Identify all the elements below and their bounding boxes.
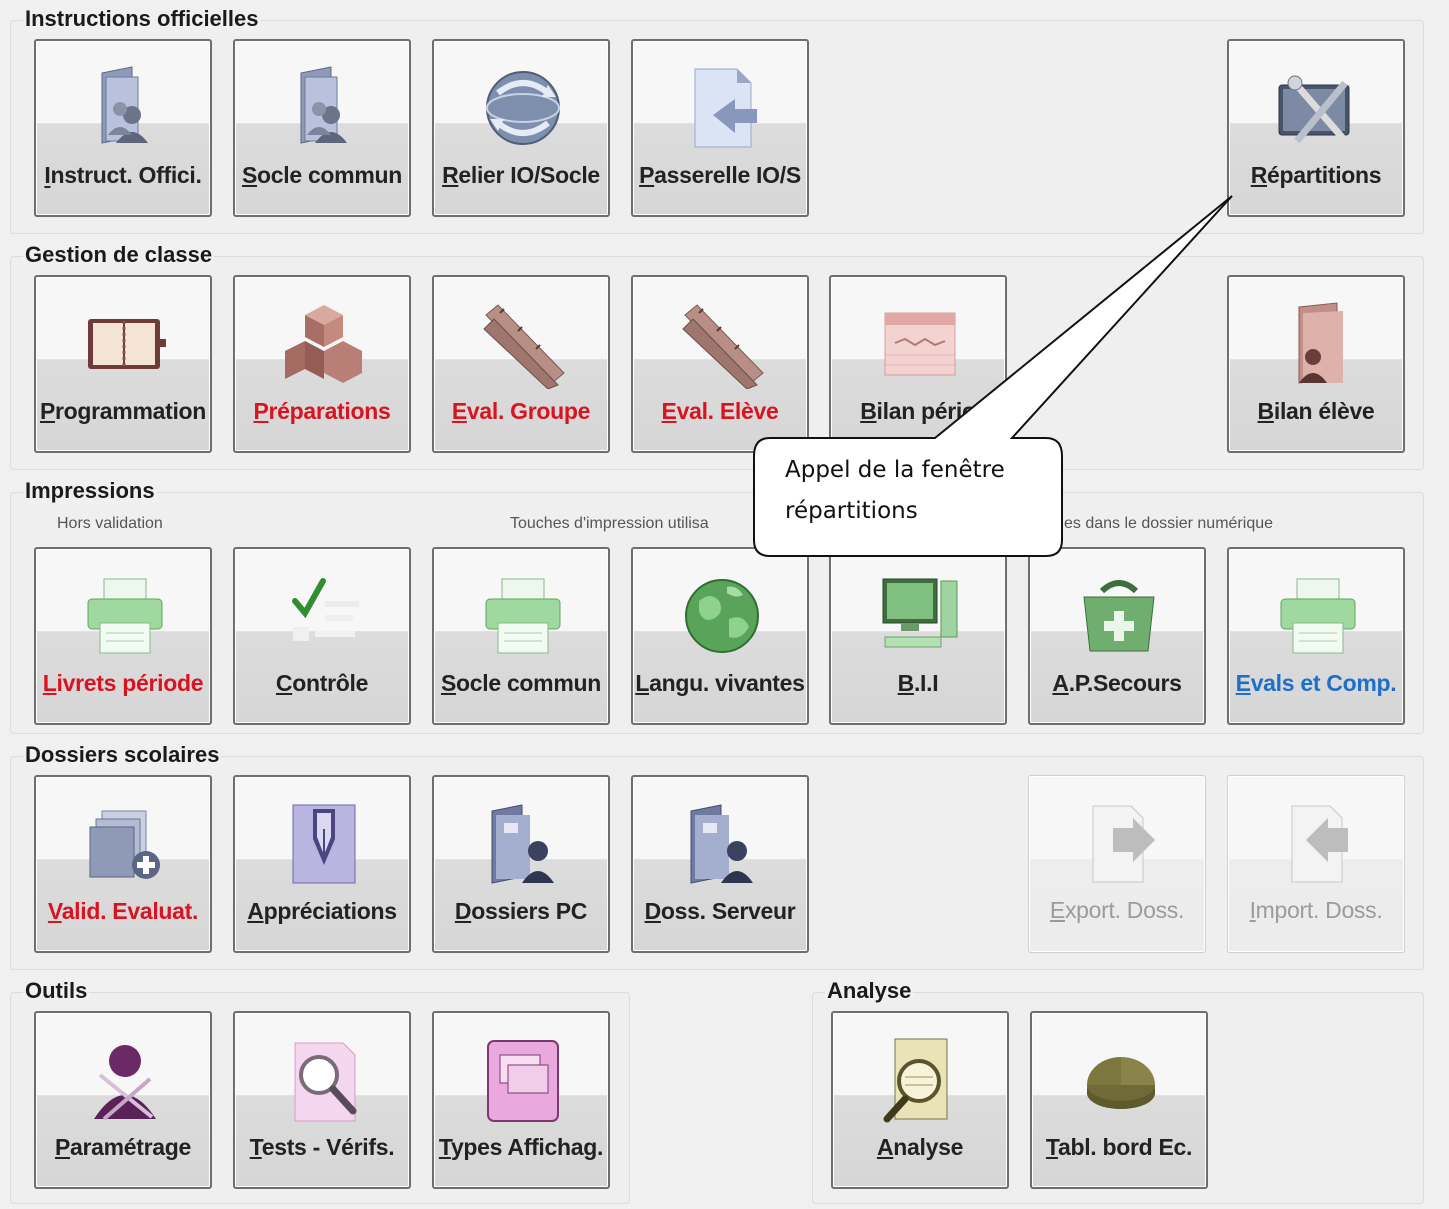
socle-commun-print-button[interactable]: Socle commun: [432, 547, 610, 725]
folder-users-icon: [101, 66, 148, 144]
socle-commun-button[interactable]: Socle commun: [233, 39, 411, 217]
dossiers-pc-label: Dossiers PC: [454, 898, 588, 924]
callout-line-1: Appel de la fenêtre: [785, 457, 1005, 483]
relier-io-socle-label: Relier IO/Socle: [442, 162, 600, 188]
first-aid-bag-icon: [1083, 580, 1155, 652]
printer-icon: [1280, 578, 1356, 654]
globe-icon: [685, 579, 759, 653]
langu-vivantes-button[interactable]: Langu. vivantes: [631, 547, 809, 725]
group-title-gestion: Gestion de classe: [23, 242, 215, 268]
bilan-eleve-button[interactable]: Bilan élève: [1227, 275, 1405, 453]
user-settings-icon: [94, 1045, 156, 1121]
programmation-button[interactable]: Programmation: [34, 275, 212, 453]
appreciations-button[interactable]: Appréciations: [233, 775, 411, 953]
valid-evaluat-label: Valid. Evaluat.: [47, 898, 199, 924]
folder-user-icon: [491, 804, 554, 884]
ap-secours-button[interactable]: A.P.Secours: [1028, 547, 1206, 725]
evals-et-comp-button[interactable]: Evals et Comp.: [1227, 547, 1405, 725]
calendar-icon: [884, 312, 956, 376]
globe-sync-icon: [486, 71, 560, 145]
repartitions-button[interactable]: Répartitions: [1227, 39, 1405, 217]
passerelle-io-s-button[interactable]: Passerelle IO/S: [631, 39, 809, 217]
bilan-periode-button[interactable]: Bilan pério: [829, 275, 1007, 453]
preparations-label: Préparations: [253, 398, 391, 424]
computer-icon: [882, 578, 958, 648]
import-doss-label: Import. Doss.: [1249, 897, 1383, 923]
socle-commun-print-label: Socle commun: [440, 670, 601, 696]
livrets-periode-button[interactable]: Livrets période: [34, 547, 212, 725]
preparations-button[interactable]: Préparations: [233, 275, 411, 453]
folder-users-icon: [300, 66, 347, 144]
display-windows-icon: [487, 1040, 559, 1122]
tests-verifs-button[interactable]: Tests - Vérifs.: [233, 1011, 411, 1189]
valid-evaluat-button[interactable]: Valid. Evaluat.: [34, 775, 212, 953]
repartitions-label: Répartitions: [1250, 162, 1382, 188]
eval-groupe-label: Eval. Groupe: [451, 398, 591, 424]
document-magnifier-icon: [883, 1038, 948, 1123]
cubes-icon: [285, 305, 362, 383]
bilan-eleve-label: Bilan élève: [1257, 398, 1375, 424]
parametrage-label: Paramétrage: [54, 1134, 192, 1160]
impressions-subtitle-mid: Touches d'impression utilisa: [510, 515, 709, 532]
tabl-bord-ec-label: Tabl. bord Ec.: [1045, 1134, 1193, 1160]
group-title-analyse: Analyse: [825, 978, 914, 1004]
instruct-offici-label: Instruct. Offici.: [44, 162, 202, 188]
group-title-outils: Outils: [23, 978, 90, 1004]
instruct-offici-button[interactable]: Instruct. Offici.: [34, 39, 212, 217]
callout-line-2: répartitions: [785, 498, 918, 524]
evals-et-comp-label: Evals et Comp.: [1235, 670, 1397, 696]
socle-commun-label: Socle commun: [241, 162, 402, 188]
relier-io-socle-button[interactable]: Relier IO/Socle: [432, 39, 610, 217]
group-title-impressions: Impressions: [23, 478, 157, 504]
import-doss-button[interactable]: Import. Doss.: [1227, 775, 1405, 953]
pie-chart-icon: [1087, 1057, 1155, 1109]
ap-secours-label: A.P.Secours: [1052, 670, 1182, 696]
livrets-periode-label: Livrets période: [42, 670, 204, 696]
printer-icon: [485, 578, 561, 654]
eval-eleve-button[interactable]: Eval. Elève: [631, 275, 809, 453]
dossiers-pc-button[interactable]: Dossiers PC: [432, 775, 610, 953]
printer-icon: [87, 578, 163, 654]
magnifier-icon: [294, 1042, 357, 1122]
import-arrow-icon: [1291, 805, 1348, 883]
controle-button[interactable]: Contrôle: [233, 547, 411, 725]
bilan-periode-label: Bilan pério: [860, 398, 976, 424]
ruler-icon: [483, 304, 565, 389]
eval-groupe-button[interactable]: Eval. Groupe: [432, 275, 610, 453]
export-doss-label: Export. Doss.: [1049, 897, 1185, 923]
controle-label: Contrôle: [275, 670, 369, 696]
types-affichag-button[interactable]: Types Affichag.: [432, 1011, 610, 1189]
folder-user-icon: [690, 804, 753, 884]
files-add-icon: [89, 810, 160, 879]
fountain-pen-icon: [292, 804, 356, 884]
tabl-bord-ec-button[interactable]: Tabl. bord Ec.: [1030, 1011, 1208, 1189]
analyse-label: Analyse: [876, 1134, 964, 1160]
passerelle-io-s-label: Passerelle IO/S: [639, 162, 801, 188]
types-affichag-label: Types Affichag.: [438, 1134, 604, 1160]
tests-verifs-label: Tests - Vérifs.: [249, 1134, 395, 1160]
doss-serveur-button[interactable]: Doss. Serveur: [631, 775, 809, 953]
callout-text: Appel de la fenêtre répartitions: [785, 450, 1055, 532]
bii-button[interactable]: B.I.I: [829, 547, 1007, 725]
export-arrow-icon: [1092, 805, 1155, 883]
group-title-instructions: Instructions officielles: [23, 6, 261, 32]
impressions-subtitle-right: es dans le dossier numérique: [1064, 515, 1274, 532]
impressions-subtitle-left: Hors validation: [57, 515, 163, 532]
langu-vivantes-label: Langu. vivantes: [635, 670, 805, 696]
programmation-label: Programmation: [39, 398, 207, 424]
ruler-icon: [682, 304, 764, 389]
appreciations-label: Appréciations: [247, 898, 397, 924]
tools-icon: [1278, 75, 1350, 146]
export-doss-button[interactable]: Export. Doss.: [1028, 775, 1206, 953]
planner-book-icon: [88, 319, 166, 369]
doss-serveur-label: Doss. Serveur: [644, 898, 796, 924]
checkmark-icon: [292, 578, 359, 641]
group-title-dossiers: Dossiers scolaires: [23, 742, 222, 768]
folder-person-icon: [1298, 302, 1343, 384]
analyse-button[interactable]: Analyse: [831, 1011, 1009, 1189]
eval-eleve-label: Eval. Elève: [661, 398, 779, 424]
parametrage-button[interactable]: Paramétrage: [34, 1011, 212, 1189]
document-arrow-icon: [694, 68, 757, 148]
bii-label: B.I.I: [897, 670, 939, 696]
